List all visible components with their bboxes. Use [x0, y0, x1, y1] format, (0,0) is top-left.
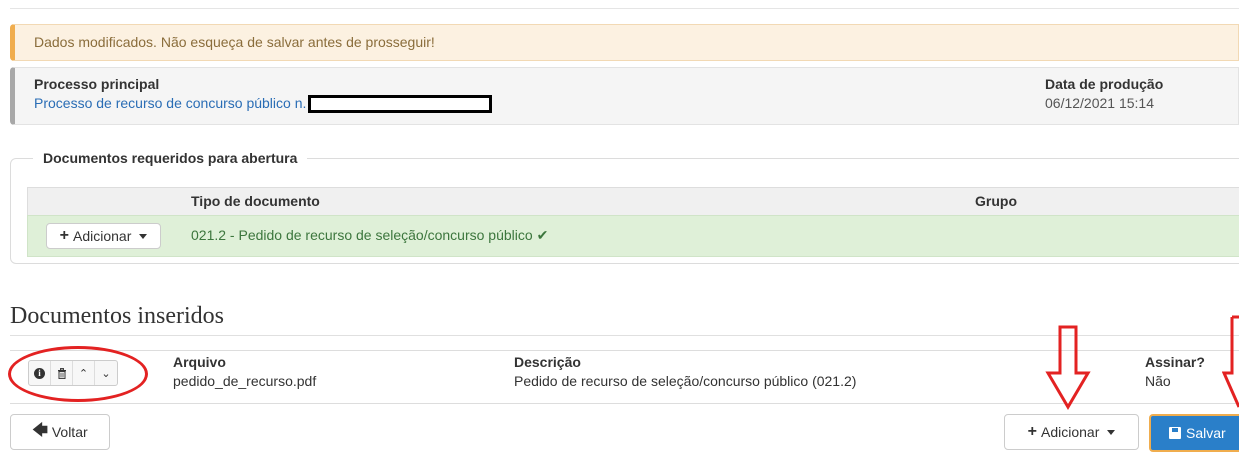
save-icon — [1169, 427, 1181, 439]
save-button[interactable]: Salvar — [1149, 414, 1239, 452]
column-description: Descrição — [514, 354, 581, 370]
column-file: Arquivo — [173, 354, 226, 370]
required-documents-table: Tipo de documento Grupo + Adicionar 021.… — [27, 187, 1239, 257]
annotation-arrow-down — [1045, 325, 1091, 410]
add-required-document-button[interactable]: + Adicionar — [46, 223, 161, 249]
production-date-value: 06/12/2021 15:14 — [1045, 95, 1154, 111]
top-divider — [10, 8, 1239, 9]
required-document-type-text: 021.2 - Pedido de recurso de seleção/con… — [191, 227, 533, 243]
inserted-documents-title: Documentos inseridos — [10, 303, 224, 329]
add-button-label: Adicionar — [72, 228, 132, 244]
process-label: Processo principal — [34, 76, 160, 92]
annotation-ellipse — [8, 346, 148, 402]
column-document-type: Tipo de documento — [191, 193, 320, 209]
annotation-arrow-down-right — [1222, 315, 1239, 408]
caret-down-icon — [139, 233, 148, 239]
back-button[interactable]: 🡄 Voltar — [10, 414, 110, 450]
required-document-type: 021.2 - Pedido de recurso de seleção/con… — [191, 227, 548, 244]
redacted-box — [308, 95, 493, 114]
required-documents-legend: Documentos requeridos para abertura — [33, 150, 308, 166]
process-link[interactable]: Processo de recurso de concurso público … — [34, 95, 493, 114]
main-process-panel: Processo principal Processo de recurso d… — [10, 67, 1239, 125]
save-button-label: Salvar — [1186, 425, 1226, 441]
plus-icon: + — [1027, 423, 1037, 440]
required-documents-fieldset: Documentos requeridos para abertura Tipo… — [10, 150, 1239, 264]
document-description: Pedido de recurso de seleção/concurso pú… — [514, 373, 857, 389]
plus-icon: + — [59, 227, 69, 244]
caret-down-icon — [1107, 429, 1116, 435]
sign-value: Não — [1145, 373, 1171, 389]
add-document-button[interactable]: + Adicionar — [1004, 414, 1139, 450]
column-group: Grupo — [975, 193, 1017, 209]
column-sign: Assinar? — [1145, 354, 1205, 370]
unsaved-changes-alert: Dados modificados. Não esqueça de salvar… — [10, 24, 1239, 61]
process-link-text: Processo de recurso de concurso público … — [34, 95, 307, 111]
file-name-link[interactable]: pedido_de_recurso.pdf — [173, 373, 316, 389]
required-documents-header: Tipo de documento Grupo — [27, 187, 1239, 215]
table-row: + Adicionar 021.2 - Pedido de recurso de… — [27, 215, 1239, 257]
production-date-label: Data de produção — [1045, 76, 1164, 92]
alert-text: Dados modificados. Não esqueça de salvar… — [34, 34, 435, 50]
add-document-label: Adicionar — [1040, 424, 1100, 440]
arrow-left-icon: 🡄 — [32, 421, 48, 439]
check-icon: ✔ — [536, 227, 549, 243]
back-button-label: Voltar — [51, 424, 88, 440]
